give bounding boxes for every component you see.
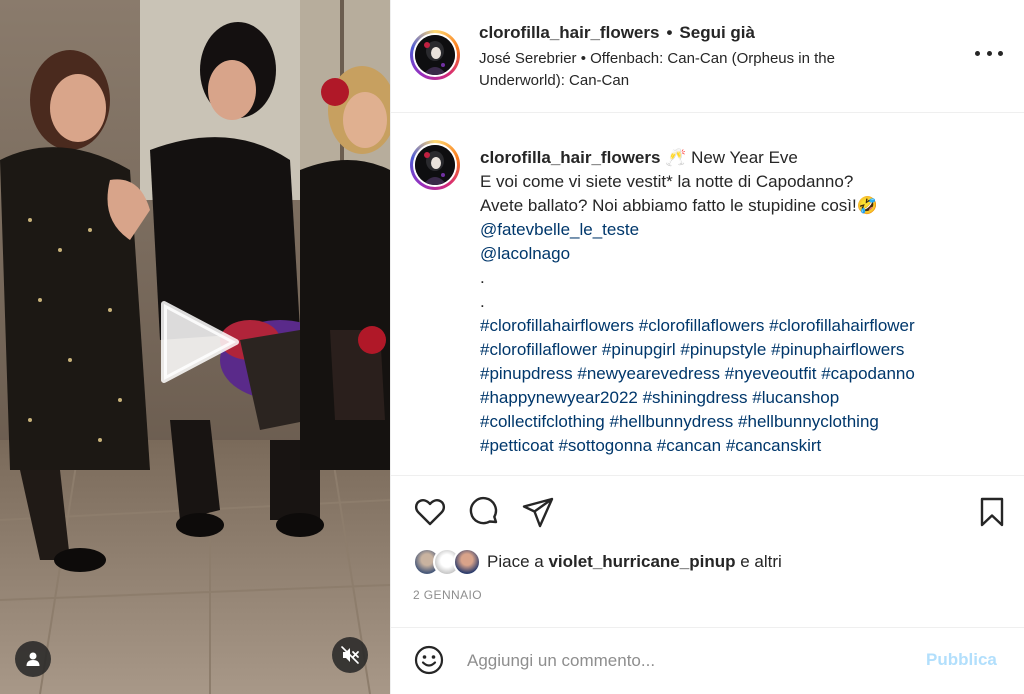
muted-speaker-icon — [341, 646, 359, 664]
smiley-icon — [414, 645, 444, 675]
author-username[interactable]: clorofilla_hair_flowers — [479, 23, 659, 42]
more-horizontal-icon — [975, 50, 980, 56]
hashtag-link[interactable]: #clorofillaflowers — [639, 316, 765, 335]
caption-dot: . — [480, 292, 485, 311]
hashtag-line: #petticoat #sottogonna #cancan #cancansk… — [480, 434, 1010, 458]
likes-suffix[interactable]: e altri — [735, 552, 782, 571]
save-button[interactable] — [975, 495, 1009, 529]
follow-button[interactable]: Segui già — [679, 23, 755, 42]
hashtag-link[interactable]: #shiningdress — [643, 388, 748, 407]
hashtag-line: #pinupdress #newyearevedress #nyeveoutfi… — [480, 362, 1010, 386]
hashtag-line: #happynewyear2022 #shiningdress #lucansh… — [480, 386, 1010, 410]
hashtag-link[interactable]: #pinuphairflowers — [771, 340, 904, 359]
caption-section: clorofilla_hair_flowers 🥂 New Year Eve E… — [391, 114, 1024, 476]
play-button[interactable] — [152, 296, 244, 388]
post-date[interactable]: 2 GENNAIO — [413, 588, 482, 602]
more-options-button[interactable] — [975, 44, 1003, 62]
hashtag-link[interactable]: #capodanno — [821, 364, 915, 383]
hashtag-link[interactable]: #pinupstyle — [680, 340, 766, 359]
more-dot — [986, 50, 992, 56]
hashtag-link[interactable]: #happynewyear2022 — [480, 388, 638, 407]
hashtag-link[interactable]: #sottogonna — [558, 436, 652, 455]
like-button[interactable] — [413, 495, 447, 529]
post-caption: clorofilla_hair_flowers 🥂 New Year Eve E… — [480, 146, 1010, 458]
hashtag-link[interactable]: #pinupgirl — [602, 340, 676, 359]
play-icon — [161, 301, 239, 383]
liker-avatar — [453, 548, 481, 576]
header-separator: • — [666, 23, 673, 42]
hashtag-link[interactable]: #newyearevedress — [577, 364, 720, 383]
publish-button[interactable]: Pubblica — [926, 650, 997, 670]
hashtag-link[interactable]: #hellbunnyclothing — [738, 412, 879, 431]
hashtag-link[interactable]: #pinupdress — [480, 364, 573, 383]
hashtag-link[interactable]: #cancan — [657, 436, 721, 455]
likes-prefix: Piace a — [487, 552, 549, 571]
comment-input[interactable] — [467, 646, 907, 676]
mention-link[interactable]: @fatevbelle_le_teste — [480, 220, 639, 239]
post-side-panel: clorofilla_hair_flowers • Segui già José S… — [390, 0, 1024, 694]
paper-plane-icon — [522, 497, 554, 528]
caption-line-3: Avete ballato? Noi abbiamo fatto le stup… — [480, 196, 878, 215]
share-button[interactable] — [521, 495, 555, 529]
caption-author-avatar[interactable] — [410, 140, 460, 190]
more-dot — [998, 50, 1003, 56]
hashtag-link[interactable]: #lucanshop — [752, 388, 839, 407]
heart-icon — [414, 499, 446, 526]
mention-link[interactable]: @lacolnago — [480, 244, 570, 263]
post-video[interactable] — [0, 0, 390, 694]
caption-dot: . — [480, 268, 485, 287]
comment-bubble-icon — [469, 496, 498, 525]
emoji-button[interactable] — [413, 644, 445, 676]
post-header: clorofilla_hair_flowers • Segui già José S… — [391, 0, 1024, 113]
hashtag-line: #clorofillaflower #pinupgirl #pinupstyle… — [480, 338, 1010, 362]
hashtag-link[interactable]: #nyeveoutfit — [725, 364, 817, 383]
audio-track-link[interactable]: José Serebrier • Offenbach: Can-Can (Orp… — [479, 48, 919, 92]
unmute-button[interactable] — [332, 637, 368, 673]
caption-line-1: 🥂 New Year Eve — [660, 148, 798, 167]
caption-line-2: E voi come vi siete vestit* la notte di … — [480, 172, 854, 191]
hashtag-link[interactable]: #hellbunnydress — [609, 412, 733, 431]
hashtag-line: #collectifclothing #hellbunnydress #hell… — [480, 410, 1010, 434]
hashtag-link[interactable]: #clorofillaflower — [480, 340, 597, 359]
hashtag-line: #clorofillahairflowers #clorofillaflower… — [480, 314, 1010, 338]
post-actions: Piace a violet_hurricane_pinup e altri 2… — [391, 477, 1024, 637]
caption-username[interactable]: clorofilla_hair_flowers — [480, 148, 660, 167]
hashtag-link[interactable]: #cancanskirt — [726, 436, 821, 455]
liker-username[interactable]: violet_hurricane_pinup — [548, 552, 735, 571]
comment-button[interactable] — [467, 495, 501, 529]
hashtag-link[interactable]: #clorofillahairflowers — [480, 316, 634, 335]
person-icon — [26, 652, 40, 666]
hashtag-link[interactable]: #clorofillahairflower — [769, 316, 915, 335]
bookmark-icon — [980, 497, 1004, 527]
author-avatar[interactable] — [410, 30, 460, 80]
tagged-users-button[interactable] — [15, 641, 51, 677]
hashtag-link[interactable]: #collectifclothing — [480, 412, 605, 431]
likes-summary[interactable]: Piace a violet_hurricane_pinup e altri — [413, 548, 782, 576]
comment-bar: Pubblica — [391, 627, 1024, 694]
hashtag-link[interactable]: #petticoat — [480, 436, 554, 455]
liker-avatars — [413, 548, 483, 576]
